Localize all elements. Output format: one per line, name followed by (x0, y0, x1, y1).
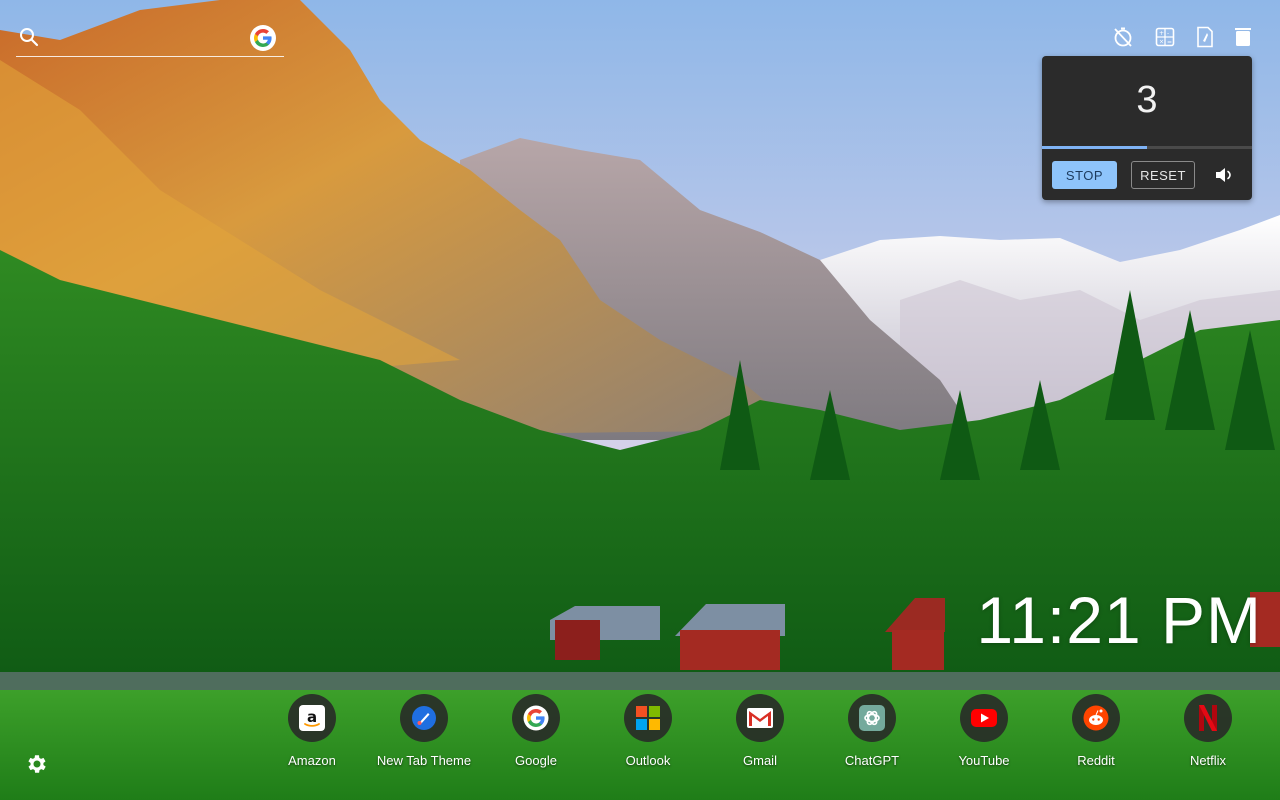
svg-text:-: - (1167, 30, 1169, 37)
svg-text:×: × (1159, 39, 1164, 46)
shortcut-outlook[interactable]: Outlook (598, 693, 698, 773)
gmail-icon (747, 708, 773, 728)
calculator-icon[interactable]: + - × = (1152, 24, 1178, 50)
speaker-icon[interactable] (1213, 164, 1235, 186)
svg-text:=: = (1167, 39, 1172, 46)
timer-count: 3 (1136, 79, 1158, 121)
timer-progress-track (1042, 146, 1252, 149)
countdown-timer: 3 STOP RESET (1042, 56, 1252, 200)
google-icon (523, 705, 549, 731)
search-input[interactable] (50, 26, 254, 52)
youtube-icon (971, 709, 997, 727)
reset-button[interactable]: RESET (1131, 161, 1195, 189)
shortcut-new-tab-theme[interactable]: New Tab Theme (374, 693, 474, 773)
shortcut-dock: a Amazon New Tab Theme Google Outlook Gm… (0, 693, 1280, 773)
gear-icon[interactable] (24, 752, 48, 776)
search-icon[interactable] (18, 26, 40, 48)
shortcut-amazon[interactable]: a Amazon (262, 693, 362, 773)
microsoft-icon (636, 706, 660, 730)
google-icon (254, 29, 272, 47)
search-engine-button[interactable] (250, 25, 276, 51)
shortcut-netflix[interactable]: Netflix (1158, 693, 1258, 773)
shortcut-youtube[interactable]: YouTube (934, 693, 1034, 773)
shortcut-chatgpt[interactable]: ChatGPT (822, 693, 922, 773)
reddit-icon (1083, 705, 1109, 731)
timer-progress-fill (1042, 146, 1147, 149)
notepad-icon[interactable] (1192, 24, 1218, 50)
shortcut-label: Netflix (1189, 753, 1227, 768)
toolbar: + - × = (1110, 24, 1262, 50)
stopwatch-off-icon[interactable] (1110, 24, 1136, 50)
svg-text:+: + (1159, 30, 1164, 37)
shortcut-reddit[interactable]: Reddit (1046, 693, 1146, 773)
chatgpt-icon (859, 705, 885, 731)
new-tab-theme-icon (412, 706, 436, 730)
shortcut-gmail[interactable]: Gmail (710, 693, 810, 773)
svg-text:a: a (307, 708, 317, 726)
netflix-icon (1199, 705, 1217, 731)
search-bar (16, 22, 284, 57)
clock-time: 11:21 PM (976, 583, 1262, 657)
stop-button[interactable]: STOP (1052, 161, 1117, 189)
amazon-icon: a (299, 705, 325, 731)
trash-icon[interactable] (1230, 24, 1256, 50)
shortcut-google[interactable]: Google (486, 693, 586, 773)
